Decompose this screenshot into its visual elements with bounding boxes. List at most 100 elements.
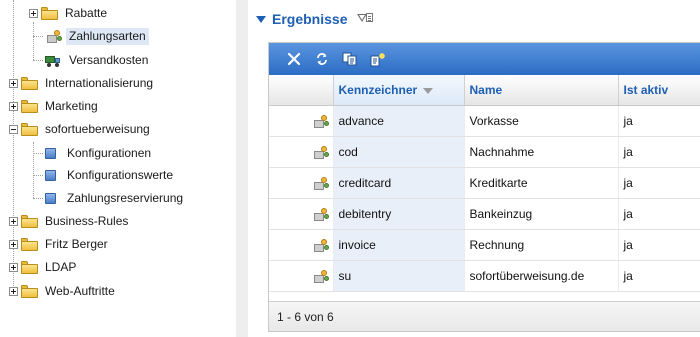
folder-icon bbox=[21, 76, 38, 90]
tree-item-label: Fritz Berger bbox=[45, 236, 108, 251]
tree-item-zahlungsarten[interactable]: Zahlungsarten bbox=[45, 26, 149, 46]
cell-ist-aktiv[interactable]: ja bbox=[618, 105, 700, 137]
table-icon bbox=[45, 192, 56, 204]
tree-item-label: Konfigurationswerte bbox=[67, 167, 174, 182]
tree-item-label: Marketing bbox=[45, 98, 98, 113]
folder-icon bbox=[41, 6, 58, 20]
cell-name[interactable]: Vorkasse bbox=[464, 105, 619, 137]
tree-item-label: LDAP bbox=[45, 259, 77, 274]
panel-splitter[interactable] bbox=[236, 0, 248, 337]
cell-ist-aktiv[interactable]: ja bbox=[618, 260, 700, 292]
config-gear-icon bbox=[312, 238, 329, 252]
folder-icon bbox=[21, 237, 38, 251]
tree-item-business-rules[interactable]: Business-Rules bbox=[9, 211, 131, 231]
truck-icon bbox=[45, 54, 62, 67]
row-icon-cell bbox=[269, 260, 334, 292]
tree-item-internationalisierung[interactable]: Internationalisierung bbox=[9, 73, 156, 93]
table-icon bbox=[45, 147, 56, 159]
row-icon-cell bbox=[269, 136, 334, 168]
folder-open-icon bbox=[21, 122, 38, 136]
row-icon-cell bbox=[269, 105, 334, 137]
tree-item-label: Internationalisierung bbox=[45, 75, 154, 90]
cell-kennzeichner[interactable]: su bbox=[333, 260, 465, 292]
expand-toggle[interactable] bbox=[9, 262, 18, 272]
cell-kennzeichner[interactable]: invoice bbox=[333, 229, 465, 261]
row-icon-cell bbox=[269, 229, 334, 261]
new-icon[interactable] bbox=[367, 48, 389, 70]
table-row[interactable]: su sofortüberweisung.de ja bbox=[269, 260, 700, 292]
cell-name[interactable]: Rechnung bbox=[464, 229, 619, 261]
column-header-label: Ist aktiv bbox=[623, 82, 669, 97]
config-gear-icon bbox=[312, 269, 329, 283]
navigation-tree: Rabatte Zahlungsarten Versandkosten Inte… bbox=[0, 0, 236, 337]
cell-kennzeichner[interactable]: debitentry bbox=[333, 198, 465, 230]
tree-item-label: Zahlungsarten bbox=[66, 27, 149, 45]
column-header-ist-aktiv[interactable]: Ist aktiv bbox=[618, 75, 700, 106]
tree-item-rabatte[interactable]: Rabatte bbox=[29, 3, 110, 23]
expand-toggle[interactable] bbox=[9, 216, 18, 226]
copy-icon[interactable] bbox=[339, 48, 361, 70]
cell-ist-aktiv[interactable]: ja bbox=[618, 198, 700, 230]
expand-toggle[interactable] bbox=[29, 8, 38, 18]
tree-item-marketing[interactable]: Marketing bbox=[9, 96, 101, 116]
expand-toggle[interactable] bbox=[9, 101, 18, 111]
cell-kennzeichner[interactable]: cod bbox=[333, 136, 465, 168]
tree-item-label: Versandkosten bbox=[69, 52, 149, 67]
pager: 1 - 6 von 6 bbox=[269, 301, 700, 331]
tree-item-sofortueberweisung[interactable]: sofortueberweisung bbox=[9, 119, 153, 139]
cell-name[interactable]: Kreditkarte bbox=[464, 167, 619, 199]
folder-icon bbox=[21, 260, 38, 274]
tree-item-konfigurationswerte[interactable]: Konfigurationswerte bbox=[45, 165, 176, 185]
cell-name[interactable]: Bankeinzug bbox=[464, 198, 619, 230]
column-header-kennzeichner[interactable]: Kennzeichner bbox=[333, 75, 465, 106]
table-row[interactable]: debitentry Bankeinzug ja bbox=[269, 198, 700, 230]
pager-status: 1 - 6 von 6 bbox=[277, 309, 334, 324]
table-row[interactable]: invoice Rechnung ja bbox=[269, 229, 700, 261]
tree-item-label: Business-Rules bbox=[45, 213, 129, 228]
folder-icon bbox=[21, 99, 38, 113]
tree-item-fritz-berger[interactable]: Fritz Berger bbox=[9, 234, 111, 254]
tree-item-label: Zahlungsreservierung bbox=[67, 190, 184, 205]
table-icon bbox=[45, 169, 56, 181]
tree-item-konfigurationen[interactable]: Konfigurationen bbox=[45, 143, 154, 163]
table-row[interactable]: creditcard Kreditkarte ja bbox=[269, 167, 700, 199]
cell-name[interactable]: Nachnahme bbox=[464, 136, 619, 168]
refresh-icon[interactable] bbox=[311, 48, 333, 70]
results-title: Ergebnisse bbox=[272, 11, 348, 27]
table-header-row: Kennzeichner Name Ist aktiv bbox=[269, 75, 700, 106]
column-header-name[interactable]: Name bbox=[464, 75, 619, 106]
filter-icon[interactable] bbox=[357, 12, 375, 26]
expand-toggle[interactable] bbox=[9, 239, 18, 249]
cell-name[interactable]: sofortüberweisung.de bbox=[464, 260, 619, 292]
tree-item-ldap[interactable]: LDAP bbox=[9, 257, 79, 277]
config-gear-icon bbox=[312, 114, 329, 128]
grid-toolbar bbox=[269, 43, 700, 75]
collapse-toggle[interactable] bbox=[9, 124, 18, 134]
tree-item-zahlungsreservierung[interactable]: Zahlungsreservierung bbox=[45, 188, 186, 208]
sort-arrow-icon[interactable] bbox=[423, 87, 434, 94]
cell-ist-aktiv[interactable]: ja bbox=[618, 167, 700, 199]
config-gear-icon bbox=[312, 145, 329, 159]
tree-item-label: Web-Auftritte bbox=[45, 283, 115, 298]
cell-ist-aktiv[interactable]: ja bbox=[618, 229, 700, 261]
cell-kennzeichner[interactable]: advance bbox=[333, 105, 465, 137]
column-header-label: Name bbox=[469, 82, 503, 97]
cell-kennzeichner[interactable]: creditcard bbox=[333, 167, 465, 199]
collapse-triangle-icon[interactable] bbox=[256, 15, 266, 23]
tree-item-web-auftritte[interactable]: Web-Auftritte bbox=[9, 281, 118, 301]
expand-toggle[interactable] bbox=[9, 286, 18, 296]
row-icon-cell bbox=[269, 167, 334, 199]
cell-ist-aktiv[interactable]: ja bbox=[618, 136, 700, 168]
table-row[interactable]: advance Vorkasse ja bbox=[269, 105, 700, 137]
tree-item-label: Rabatte bbox=[65, 5, 108, 20]
results-table: Kennzeichner Name Ist aktiv advance Vork… bbox=[269, 75, 700, 292]
table-row[interactable]: cod Nachnahme ja bbox=[269, 136, 700, 168]
close-icon[interactable] bbox=[283, 48, 305, 70]
tree-item-label: sofortueberweisung bbox=[45, 121, 150, 136]
expand-toggle[interactable] bbox=[9, 78, 18, 88]
column-icon-header bbox=[269, 75, 334, 106]
results-header[interactable]: Ergebnisse bbox=[256, 8, 375, 30]
folder-icon bbox=[21, 214, 38, 228]
folder-icon bbox=[21, 284, 38, 298]
tree-item-versandkosten[interactable]: Versandkosten bbox=[45, 50, 151, 70]
